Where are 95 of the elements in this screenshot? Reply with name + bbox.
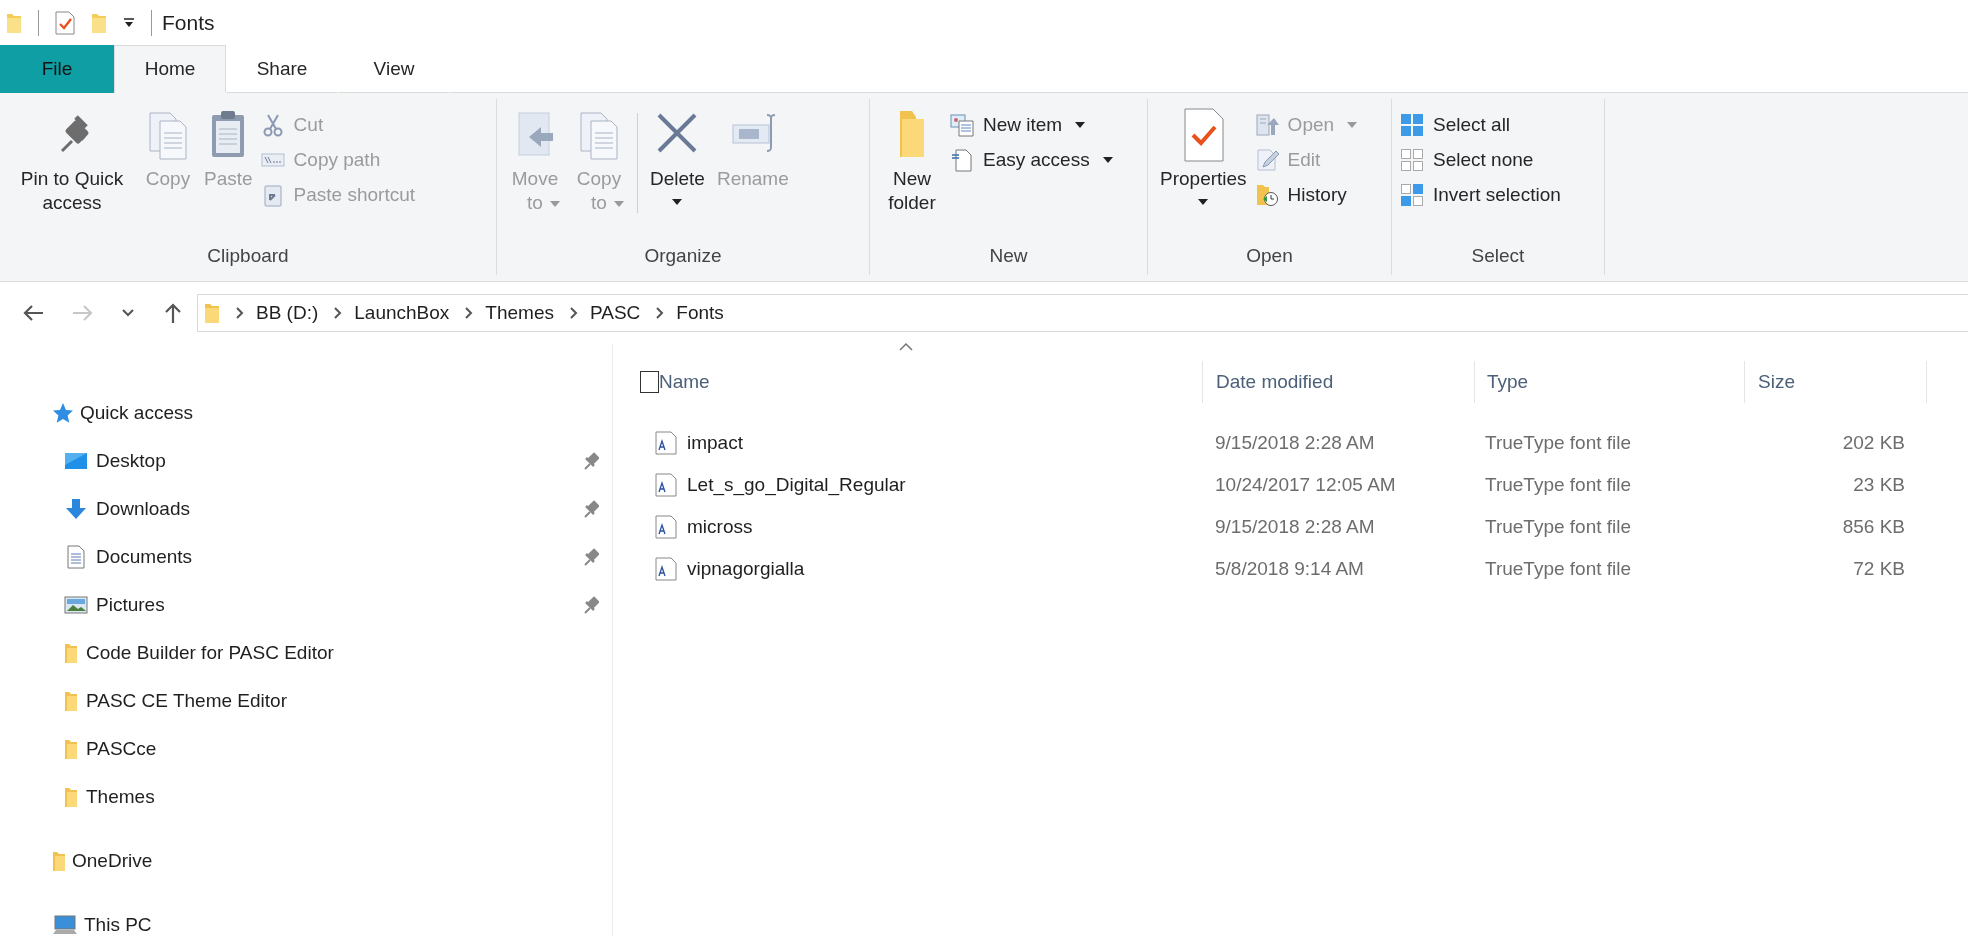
sidebar-item[interactable]: Code Builder for PASC Editor xyxy=(0,629,612,677)
column-header[interactable]: Size xyxy=(1745,361,1927,403)
chevron-right-icon[interactable] xyxy=(570,307,578,319)
down-arrow-icon xyxy=(64,498,88,520)
file-name[interactable]: Let_s_go_Digital_Regular xyxy=(655,473,1202,497)
folder-icon xyxy=(64,786,78,808)
desktop-icon xyxy=(64,451,88,471)
breadcrumb[interactable]: LaunchBox xyxy=(354,302,450,324)
chevron-right-icon[interactable] xyxy=(236,307,244,319)
size-cell-text: 23 KB xyxy=(1852,474,1906,496)
ribbon-button[interactable]: History xyxy=(1254,177,1358,212)
pencil-icon xyxy=(1254,147,1279,172)
date-cell-text: 9/15/2018 2:28 AM xyxy=(1214,432,1376,454)
font-file-icon xyxy=(655,557,677,581)
file-name[interactable]: micross xyxy=(655,515,1202,539)
select-all-checkbox[interactable] xyxy=(640,371,659,393)
pushpin-icon[interactable] xyxy=(583,596,599,614)
date-cell-text: 10/24/2017 12:05 AM xyxy=(1214,474,1397,496)
chevron-right-icon[interactable] xyxy=(656,307,665,319)
column-header[interactable]: Date modified xyxy=(1203,361,1475,403)
group-label: Organize xyxy=(643,245,723,268)
type-cell-text: TrueType font file xyxy=(1484,474,1633,496)
date-cell-text: 5/8/2018 9:14 AM xyxy=(1214,558,1365,580)
new-item-icon xyxy=(950,112,974,137)
group-label: New xyxy=(988,245,1029,268)
type-cell-text: TrueType font file xyxy=(1484,558,1633,580)
sidebar-item[interactable]: Desktop xyxy=(0,437,612,485)
file-name[interactable]: vipnagorgialla xyxy=(655,557,1202,581)
folder-icon xyxy=(64,738,78,760)
chevron-right-icon[interactable] xyxy=(334,307,343,319)
folder-icon xyxy=(52,850,66,872)
font-file-icon xyxy=(655,431,677,455)
ribbon-button[interactable]: Invert selection xyxy=(1400,177,1561,212)
file-name[interactable]: impact xyxy=(655,431,1202,455)
type-cell-text: TrueType font file xyxy=(1484,432,1633,454)
folder-icon xyxy=(6,11,22,34)
pushpin-icon[interactable] xyxy=(583,452,599,470)
ribbon-tab[interactable]: File xyxy=(0,45,114,93)
group-label: Open xyxy=(1245,245,1294,268)
ribbon-button[interactable]: Select none xyxy=(1400,142,1561,177)
ribbon-button[interactable]: Select all xyxy=(1400,107,1561,142)
ribbon-button[interactable]: Properties xyxy=(1156,103,1251,205)
sidebar-item[interactable]: OneDrive xyxy=(0,837,612,885)
folder-icon xyxy=(64,690,78,712)
group-label: Clipboard xyxy=(206,245,290,268)
type-cell-text: TrueType font file xyxy=(1484,516,1633,538)
ribbon-button[interactable]: Delete xyxy=(646,103,709,205)
sidebar-item[interactable]: Documents xyxy=(0,533,612,581)
sidebar-item[interactable]: PASC CE Theme Editor xyxy=(0,677,612,725)
ribbon-tab[interactable]: Home xyxy=(114,45,226,93)
font-file-icon xyxy=(655,515,677,539)
caret-icon[interactable] xyxy=(123,17,135,28)
sidebar-item[interactable]: Pictures xyxy=(0,581,612,629)
up-arrow-icon[interactable] xyxy=(164,302,182,324)
breadcrumb[interactable]: Fonts xyxy=(676,302,724,324)
checkmark-page-icon[interactable] xyxy=(55,10,75,35)
grid-icon xyxy=(1400,112,1424,137)
sidebar-item[interactable]: Downloads xyxy=(0,485,612,533)
breadcrumb[interactable]: Themes xyxy=(485,302,554,324)
history-icon xyxy=(1254,182,1279,207)
grid-icon xyxy=(1400,182,1424,207)
chevron-right-icon[interactable] xyxy=(465,307,474,319)
sidebar-item[interactable]: Themes xyxy=(0,773,612,821)
pushpin-icon[interactable] xyxy=(583,500,599,518)
picture-icon xyxy=(64,595,88,615)
window-title: Fonts xyxy=(162,10,215,35)
ribbon-button[interactable]: New folder xyxy=(878,103,946,215)
sidebar-item[interactable]: PASCce xyxy=(0,725,612,773)
chevron-down-icon[interactable] xyxy=(122,309,134,317)
document-icon xyxy=(64,545,88,569)
breadcrumb[interactable]: BB (D:) xyxy=(256,302,319,324)
column-header[interactable]: Type xyxy=(1475,361,1745,403)
folder-icon xyxy=(204,302,220,324)
ribbon-button[interactable]: Easy access xyxy=(950,142,1113,177)
size-cell-text: 72 KB xyxy=(1852,558,1906,580)
grid-icon xyxy=(1400,147,1424,172)
address-bar[interactable]: BB (D:) LaunchBox Themes PASC Fonts xyxy=(197,294,1968,332)
group-label: Select xyxy=(1470,245,1526,268)
folder-icon xyxy=(64,642,78,664)
open-icon xyxy=(1254,112,1279,137)
size-cell-text: 856 KB xyxy=(1841,516,1906,538)
breadcrumb[interactable]: PASC xyxy=(590,302,641,324)
column-header[interactable]: Name xyxy=(659,361,1203,403)
ribbon-button[interactable]: Pin to Quick access xyxy=(8,103,136,215)
page-icon xyxy=(950,147,974,172)
star-icon xyxy=(52,402,74,424)
back-icon[interactable] xyxy=(22,304,44,322)
size-cell-text: 202 KB xyxy=(1841,432,1906,454)
computer-icon xyxy=(52,914,78,936)
date-cell-text: 9/15/2018 2:28 AM xyxy=(1214,516,1376,538)
font-file-icon xyxy=(655,473,677,497)
sidebar-item[interactable]: Quick access xyxy=(0,389,612,437)
pushpin-icon[interactable] xyxy=(583,548,599,566)
sidebar-item[interactable]: This PC xyxy=(0,901,612,936)
ribbon-button[interactable]: New item xyxy=(950,107,1113,142)
